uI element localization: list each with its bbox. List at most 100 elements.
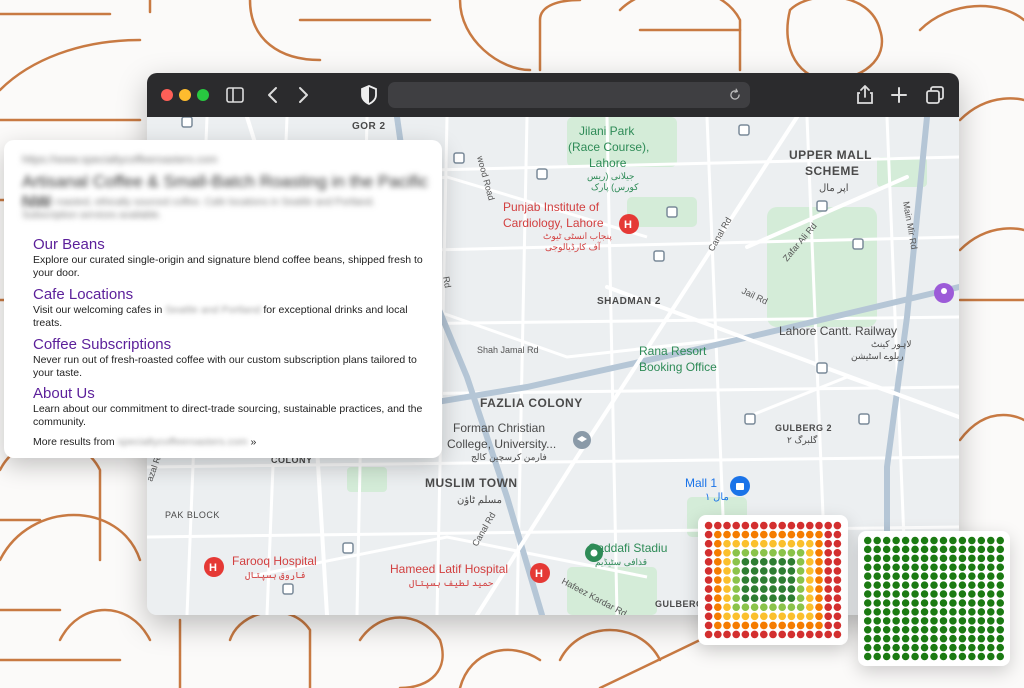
area-label-gor2: GOR 2	[352, 121, 386, 132]
close-window-button[interactable]	[161, 89, 173, 101]
road-rd-left: Rd	[441, 276, 453, 289]
grid-dot	[920, 599, 929, 607]
sitelink-about-us: About Us Learn about our commitment to d…	[33, 385, 423, 429]
grid-dot	[949, 536, 957, 545]
place-jilani-park[interactable]: Jilani Park	[579, 124, 635, 138]
grid-dot	[824, 567, 833, 575]
grid-dot	[805, 539, 814, 548]
grid-dot	[704, 630, 713, 639]
grid-dot	[750, 576, 759, 584]
place-mall1[interactable]: Mall 1	[685, 476, 717, 490]
grid-dot	[833, 621, 842, 630]
maximize-window-button[interactable]	[197, 89, 209, 101]
grid-dot	[815, 539, 823, 548]
sitelink-title[interactable]: Coffee Subscriptions	[33, 336, 423, 354]
grid-dot	[713, 585, 722, 593]
place-farooq-hospital[interactable]: Farooq Hospital	[232, 554, 317, 568]
grid-dot	[796, 530, 805, 539]
reload-icon[interactable]	[728, 88, 742, 102]
place-punjab-cardiology-urdu2: آف کارڈیالوجی	[545, 241, 601, 253]
hospital-marker-icon[interactable]: H	[619, 214, 639, 234]
share-icon[interactable]	[853, 83, 877, 107]
place-punjab-cardiology[interactable]: Punjab Institute of	[503, 200, 600, 214]
more-results-link[interactable]: More results from specialtycoffeeroaster…	[33, 436, 256, 448]
grid-dot	[920, 563, 929, 571]
grid-dot	[977, 572, 986, 580]
grid-dot	[787, 567, 796, 575]
grid-dot	[958, 626, 967, 634]
grid-dot	[741, 539, 750, 548]
shopping-marker-icon[interactable]	[730, 476, 750, 496]
hospital-marker-icon[interactable]: H	[204, 557, 224, 577]
grid-dot	[901, 643, 910, 652]
sitelink-title[interactable]: Cafe Locations	[33, 286, 423, 304]
grid-dot	[713, 567, 722, 575]
grid-dot	[863, 563, 872, 571]
grid-dot	[732, 585, 741, 593]
grid-dot	[769, 521, 777, 530]
grid-dot	[778, 594, 787, 602]
grid-dot	[958, 572, 967, 580]
grid-dot	[732, 621, 741, 630]
grid-dot	[882, 581, 891, 589]
grid-dot	[750, 621, 759, 630]
minimize-window-button[interactable]	[179, 89, 191, 101]
grid-dot	[787, 621, 796, 630]
grid-dot	[930, 572, 938, 580]
grid-dot	[796, 576, 805, 584]
grid-dot	[901, 581, 910, 589]
grid-dot	[759, 612, 768, 621]
grid-dot	[732, 630, 741, 639]
grid-dot	[796, 558, 805, 566]
grid-dot	[778, 558, 787, 566]
result-url[interactable]: https://www.specialtycoffeeroasters.com	[22, 154, 217, 166]
place-forman-college[interactable]: Forman Christian	[453, 421, 545, 435]
place-forman-college-urdu: فارمن کرسچین کالج	[471, 452, 547, 463]
forward-arrow-icon[interactable]	[291, 83, 315, 107]
hospital-marker-icon[interactable]: H	[530, 563, 550, 583]
grid-dot	[949, 563, 957, 571]
place-marker-icon[interactable]	[934, 283, 954, 303]
grid-dot	[778, 548, 787, 557]
privacy-shield-icon[interactable]	[357, 83, 381, 107]
grid-dot	[750, 567, 759, 575]
sitelink-title[interactable]: About Us	[33, 385, 423, 403]
grid-dot	[968, 572, 976, 580]
grid-dot	[723, 603, 731, 612]
grid-dot	[787, 521, 796, 530]
back-arrow-icon[interactable]	[261, 83, 285, 107]
grid-dot	[987, 563, 995, 571]
grid-dot	[911, 545, 919, 554]
grid-dot	[805, 567, 814, 575]
grid-dot	[949, 572, 957, 580]
grid-dot	[977, 652, 986, 661]
grid-dot	[863, 590, 872, 598]
grid-dot	[796, 612, 805, 621]
tab-overview-icon[interactable]	[923, 83, 947, 107]
grid-dot	[958, 563, 967, 571]
grid-dot	[996, 590, 1005, 598]
sidebar-toggle-icon[interactable]	[223, 83, 247, 107]
grid-dot	[805, 530, 814, 539]
sitelink-desc: Learn about our commitment to direct-tra…	[33, 403, 423, 428]
grid-dot	[882, 545, 891, 554]
grid-dot	[732, 521, 741, 530]
place-rana-resort[interactable]: Rana Resort	[639, 344, 707, 358]
grid-dot	[873, 608, 881, 616]
grid-dot	[977, 536, 986, 545]
address-bar[interactable]	[388, 82, 750, 108]
grid-dot	[704, 594, 713, 602]
place-lahore-cantt[interactable]: Lahore Cantt. Railway	[779, 324, 897, 338]
grid-dot	[732, 558, 741, 566]
stadium-marker-icon[interactable]	[585, 544, 603, 562]
new-tab-icon[interactable]	[887, 83, 911, 107]
school-marker-icon[interactable]	[573, 431, 591, 449]
grid-dot	[987, 536, 995, 545]
grid-dot	[824, 630, 833, 639]
sitelink-title[interactable]: Our Beans	[33, 236, 423, 254]
place-hameed-latif[interactable]: Hameed Latif Hospital	[390, 562, 508, 576]
grid-dot	[769, 548, 777, 557]
grid-dot	[824, 530, 833, 539]
grid-dot	[939, 617, 948, 625]
grid-dot	[901, 536, 910, 545]
